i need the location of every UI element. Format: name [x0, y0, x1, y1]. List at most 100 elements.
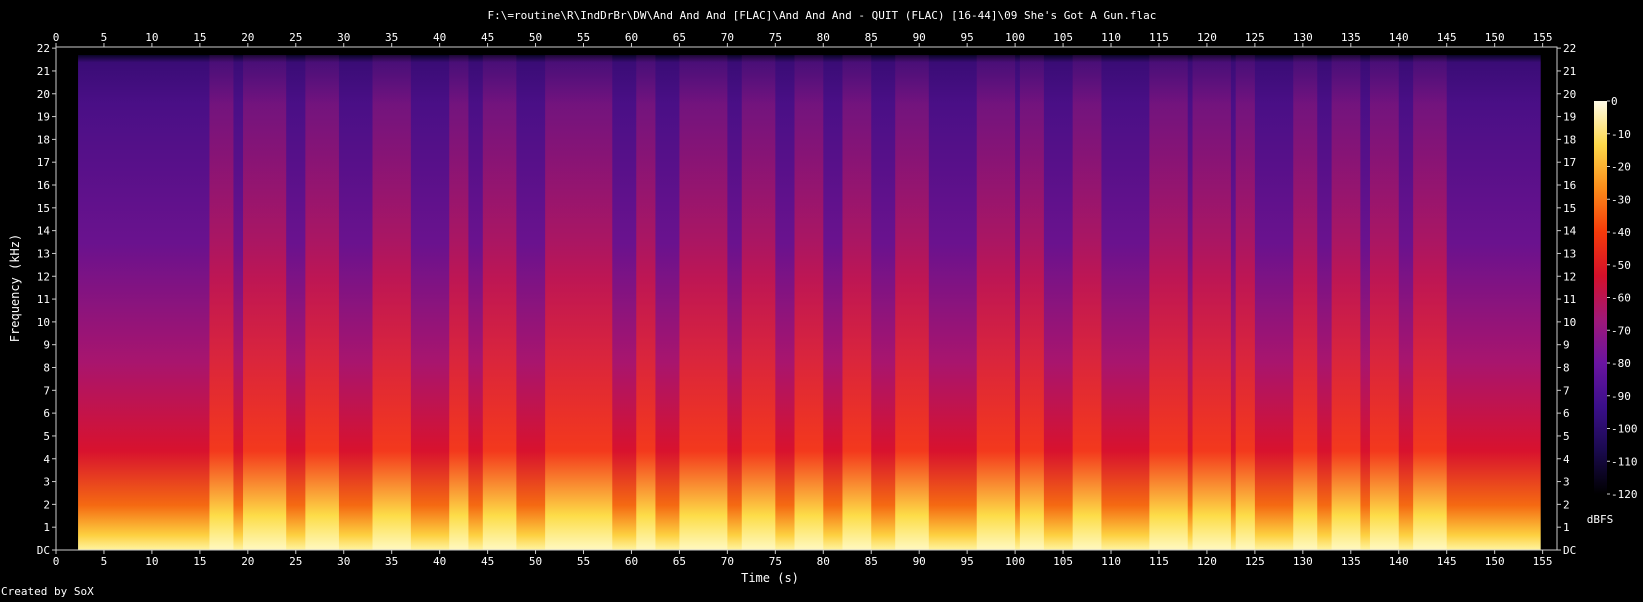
x-tick-label-bottom-45: 45	[481, 555, 494, 568]
x-tick-label-bottom-120: 120	[1197, 555, 1217, 568]
y-tick-label-left-6: 6	[43, 407, 50, 420]
x-tick-label-top-75: 75	[769, 31, 782, 44]
energy-burst-4	[449, 55, 469, 550]
x-tick-label-top-155: 155	[1533, 31, 1553, 44]
x-tick-label-top-110: 110	[1101, 31, 1121, 44]
y-tick-label-right-14: 14	[1563, 225, 1577, 238]
y-tick-label-left-11: 11	[37, 293, 50, 306]
x-tick-label-bottom-80: 80	[817, 555, 830, 568]
x-tick-label-bottom-125: 125	[1245, 555, 1265, 568]
x-tick-label-bottom-10: 10	[145, 555, 158, 568]
x-tick-label-bottom-0: 0	[53, 555, 60, 568]
x-tick-label-top-55: 55	[577, 31, 590, 44]
energy-burst-10	[794, 55, 824, 550]
energy-burst-21	[1369, 55, 1399, 550]
y-tick-label-left-16: 16	[37, 179, 50, 192]
y-tick-label-right-21: 21	[1563, 65, 1576, 78]
colorbar-tick-label--60: -60	[1611, 292, 1631, 305]
y-tick-label-left-18: 18	[37, 133, 50, 146]
x-tick-label-bottom-110: 110	[1101, 555, 1121, 568]
x-tick-label-top-95: 95	[961, 31, 974, 44]
y-tick-label-left-8: 8	[43, 362, 50, 375]
spectrogram-figure: F:\=routine\R\IndDrBr\DW\And And And [FL…	[0, 0, 1643, 598]
colorbar-tick-label--90: -90	[1611, 390, 1631, 403]
colorbar-tick-label--40: -40	[1611, 226, 1631, 239]
x-tick-label-top-130: 130	[1293, 31, 1313, 44]
y-tick-label-right-2: 2	[1563, 498, 1570, 511]
x-tick-label-top-30: 30	[337, 31, 350, 44]
x-tick-label-top-25: 25	[289, 31, 302, 44]
y-tick-label-right-4: 4	[1563, 453, 1570, 466]
colorbar-tick-label--100: -100	[1611, 423, 1638, 436]
x-tick-label-top-60: 60	[625, 31, 638, 44]
y-tick-label-left-14: 14	[37, 225, 51, 238]
y-tick-label-left-22: 22	[37, 42, 50, 55]
y-tick-label-left-7: 7	[43, 384, 50, 397]
energy-burst-20	[1331, 55, 1361, 550]
colorbar-tick-label--10: -10	[1611, 128, 1631, 141]
y-tick-label-right-10: 10	[1563, 316, 1576, 329]
x-tick-label-bottom-105: 105	[1053, 555, 1073, 568]
x-tick-label-bottom-90: 90	[913, 555, 926, 568]
x-tick-label-top-100: 100	[1005, 31, 1025, 44]
x-tick-label-top-105: 105	[1053, 31, 1073, 44]
y-tick-label-left-21: 21	[37, 65, 50, 78]
x-tick-label-top-145: 145	[1437, 31, 1457, 44]
energy-burst-11	[842, 55, 872, 550]
x-tick-label-bottom-70: 70	[721, 555, 734, 568]
energy-burst-15	[1072, 55, 1102, 550]
colorbar-tick-label--30: -30	[1611, 193, 1631, 206]
x-tick-label-bottom-35: 35	[385, 555, 398, 568]
colorbar-tick-label-0: 0	[1611, 95, 1618, 108]
energy-burst-9	[741, 55, 776, 550]
energy-burst-18	[1235, 55, 1255, 550]
x-tick-label-bottom-30: 30	[337, 555, 350, 568]
x-tick-label-top-80: 80	[817, 31, 830, 44]
energy-burst-14	[1019, 55, 1044, 550]
y-tick-label-right-9: 9	[1563, 339, 1570, 352]
y-tick-label-left-12: 12	[37, 270, 50, 283]
x-tick-label-top-20: 20	[241, 31, 254, 44]
energy-burst-19	[1293, 55, 1318, 550]
energy-burst-1	[243, 55, 287, 550]
colorbar-tick-label--20: -20	[1611, 161, 1631, 174]
energy-burst-2	[305, 55, 339, 550]
energy-burst-7	[636, 55, 656, 550]
y-tick-label-right-17: 17	[1563, 156, 1576, 169]
energy-burst-6	[545, 55, 613, 550]
colorbar-tick-label--110: -110	[1611, 455, 1638, 468]
y-tick-label-right-18: 18	[1563, 133, 1576, 146]
x-tick-label-bottom-65: 65	[673, 555, 686, 568]
y-tick-label-left-13: 13	[37, 247, 50, 260]
x-tick-label-top-0: 0	[53, 31, 60, 44]
y-axis-label: Frequency (kHz)	[8, 234, 22, 342]
energy-burst-3	[372, 55, 411, 550]
y-tick-label-left-9: 9	[43, 339, 50, 352]
x-tick-label-bottom-75: 75	[769, 555, 782, 568]
x-tick-label-top-125: 125	[1245, 31, 1265, 44]
energy-burst-8	[679, 55, 728, 550]
y-tick-label-left-17: 17	[37, 156, 50, 169]
y-tick-label-right-13: 13	[1563, 247, 1576, 260]
y-tick-label-right-15: 15	[1563, 202, 1576, 215]
x-tick-label-bottom-150: 150	[1485, 555, 1505, 568]
x-tick-label-bottom-25: 25	[289, 555, 302, 568]
chart-title: F:\=routine\R\IndDrBr\DW\And And And [FL…	[488, 9, 1157, 22]
colorbar-ticks: 0 -10 -20 -30 -40 -50 -60 -70 -80 -90 -100 -110 -120	[1607, 95, 1638, 501]
colorbar-tick-label--70: -70	[1611, 324, 1631, 337]
x-tick-label-top-70: 70	[721, 31, 734, 44]
colorbar-tick-label--80: -80	[1611, 357, 1631, 370]
x-tick-label-top-115: 115	[1149, 31, 1169, 44]
x-tick-label-bottom-40: 40	[433, 555, 446, 568]
y-tick-label-right-5: 5	[1563, 430, 1570, 443]
energy-burst-5	[482, 55, 517, 550]
energy-burst-12	[895, 55, 929, 550]
x-tick-label-bottom-60: 60	[625, 555, 638, 568]
x-axis-bottom: 0 5 10 15 20 25 30 35 40 45 50 55 60 65 70 75 80 85 90 95 10…	[53, 550, 1553, 568]
y-tick-label-right-20: 20	[1563, 88, 1576, 101]
x-tick-label-bottom-130: 130	[1293, 555, 1313, 568]
x-tick-label-top-5: 5	[101, 31, 108, 44]
y-tick-label-left-19: 19	[37, 111, 50, 124]
energy-burst-16	[1149, 55, 1188, 550]
energy-burst-0	[209, 55, 234, 550]
